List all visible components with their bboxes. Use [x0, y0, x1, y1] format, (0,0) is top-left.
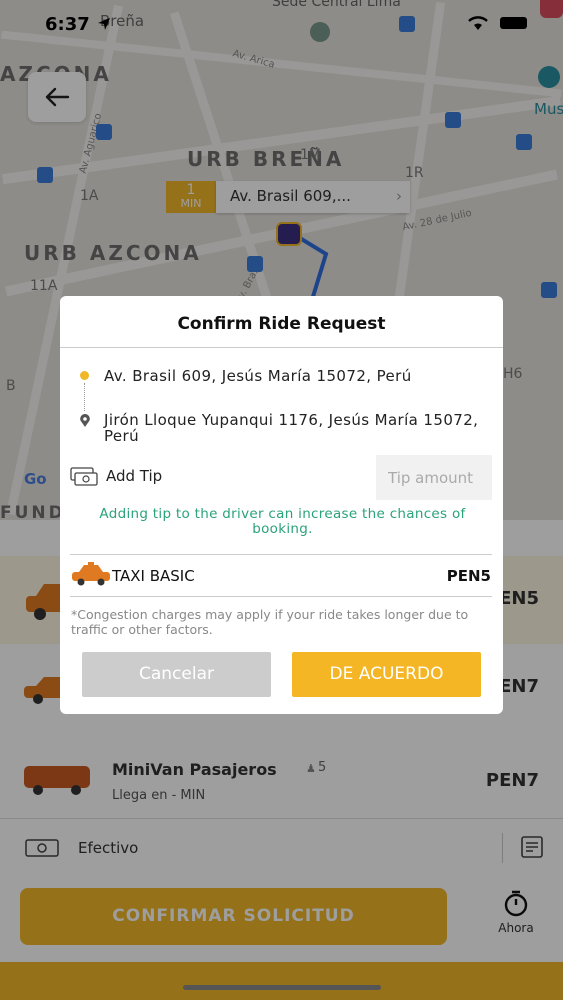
- pickup-address: Av. Brasil 609, Jesús María 15072, Perú: [104, 367, 412, 385]
- location-pin-icon: [80, 414, 90, 427]
- cancel-button[interactable]: Cancelar: [82, 652, 271, 697]
- add-tip-label: Add Tip: [106, 467, 163, 485]
- tip-amount-input[interactable]: [376, 455, 492, 500]
- vehicle-fare: PEN5: [446, 567, 491, 585]
- taxi-icon: [72, 562, 110, 586]
- divider: [60, 347, 503, 348]
- vehicle-type: TAXI BASIC: [112, 567, 195, 585]
- route-connector: [84, 383, 85, 411]
- dialog-title: Confirm Ride Request: [177, 314, 386, 334]
- congestion-note: *Congestion charges may apply if your ri…: [71, 607, 469, 637]
- confirm-ride-dialog: Confirm Ride Request Av. Brasil 609, Jes…: [60, 296, 503, 714]
- dropoff-address: Jirón Lloque Yupanqui 1176, Jesús María …: [104, 411, 479, 445]
- money-tip-icon: [70, 467, 98, 486]
- divider: [70, 596, 492, 597]
- divider: [70, 554, 492, 555]
- pickup-dot-icon: [80, 371, 89, 380]
- tip-note: Adding tip to the driver can increase th…: [99, 506, 466, 537]
- home-indicator: [183, 985, 381, 990]
- accept-button[interactable]: DE ACUERDO: [292, 652, 481, 697]
